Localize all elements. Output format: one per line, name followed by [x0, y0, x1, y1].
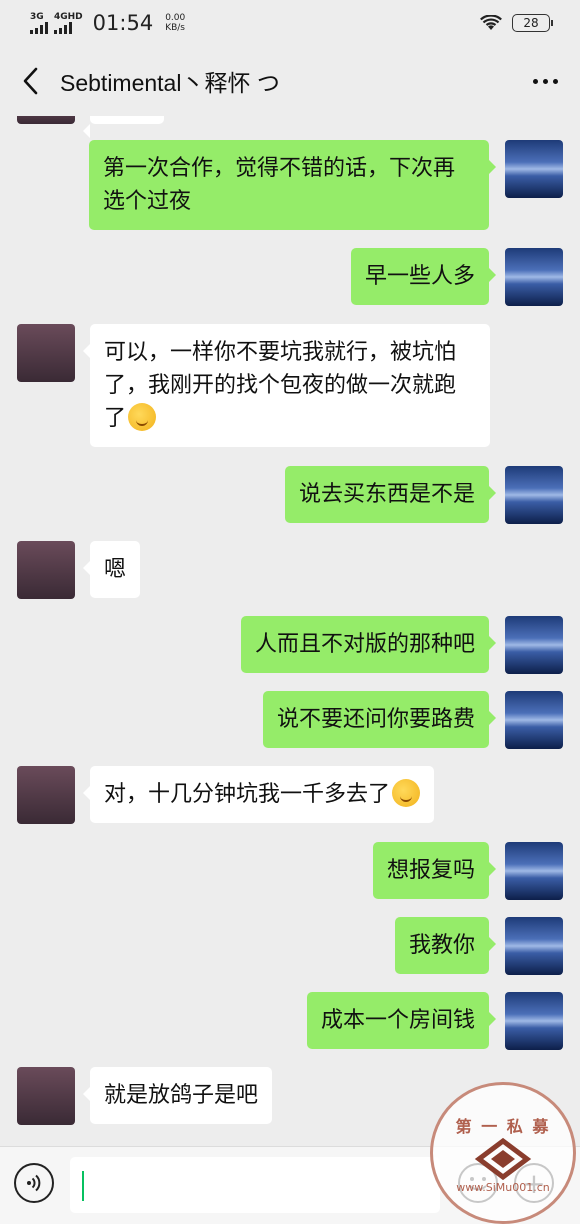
laugh-cry-emoji [128, 403, 157, 431]
message-bubble-self[interactable]: 说不要还问你要路费 [262, 691, 497, 748]
network-speed: 0.00 KB/s [165, 13, 185, 33]
avatar-contact[interactable] [17, 324, 75, 382]
message-bubble-self[interactable]: 人而且不对版的那种吧 [240, 616, 497, 673]
more-options-button[interactable] [510, 46, 580, 116]
battery-level: 28 [523, 16, 539, 30]
avatar-self[interactable] [505, 842, 563, 900]
network-type-2: 4GHD [54, 12, 83, 22]
message-bubble-self[interactable]: 早一些人多 [350, 248, 497, 305]
speed-unit: KB/s [165, 23, 185, 33]
message-bubble-self[interactable]: 说去买东西是不是 [284, 466, 497, 523]
chat-title: Sebtimental丶释怀 つ [60, 70, 280, 96]
message-bubble-self[interactable]: 第一次合作，觉得不错的话，下次再选个过夜 [89, 140, 496, 230]
watermark-logo-icon [474, 1137, 532, 1180]
message-bubble-self[interactable]: 成本一个房间钱 [306, 992, 497, 1049]
network-type-1: 3G [30, 12, 44, 22]
message-bubble-self[interactable]: 我教你 [394, 917, 497, 974]
avatar-self[interactable] [505, 248, 563, 306]
message-bubble-other[interactable]: 就是放鸽子是吧 [82, 1067, 273, 1124]
voice-icon [27, 1174, 41, 1192]
battery-icon: 28 [512, 14, 553, 32]
watermark-seal: 第 一 私 募 www.SiMu001.cn [430, 1082, 576, 1224]
clock: 01:54 [92, 11, 154, 35]
voice-input-button[interactable] [14, 1163, 54, 1203]
more-dots-icon [532, 78, 538, 84]
message-bubble-self[interactable]: 想报复吗 [372, 842, 497, 899]
avatar-self[interactable] [505, 691, 563, 749]
avatar-contact[interactable] [17, 1067, 75, 1125]
back-button[interactable] [0, 46, 60, 116]
signal-icon-2: 4GHD [54, 12, 83, 34]
laugh-cry-emoji [392, 779, 421, 807]
avatar-contact[interactable] [17, 116, 75, 124]
message-bubble-other[interactable]: 可以，一样你不要坑我就行，被坑怕了，我刚开的找个包夜的做一次就跑了 [83, 324, 490, 447]
message-text: 可以，一样你不要坑我就行，被坑怕了，我刚开的找个包夜的做一次就跑了 [104, 340, 457, 431]
chevron-left-icon [23, 67, 38, 95]
message-bubble-partial [83, 116, 164, 138]
avatar-self[interactable] [505, 917, 563, 975]
speed-value: 0.00 [165, 13, 186, 23]
avatar-contact[interactable] [17, 766, 75, 824]
avatar-self[interactable] [505, 140, 563, 198]
watermark-text-top: 第 一 私 募 [455, 1116, 551, 1136]
message-bubble-other[interactable]: 嗯 [82, 541, 141, 598]
text-cursor [82, 1171, 84, 1201]
message-bubble-other[interactable]: 对，十几分钟坑我一千多去了 [82, 766, 435, 823]
avatar-self[interactable] [505, 992, 563, 1050]
avatar-self[interactable] [505, 616, 563, 674]
message-text: 对，十几分钟坑我一千多去了 [104, 782, 391, 807]
chat-header: Sebtimental丶释怀 つ [0, 46, 580, 116]
avatar-self[interactable] [505, 466, 563, 524]
watermark-text-bottom: www.SiMu001.cn [456, 1180, 550, 1194]
chat-messages[interactable]: 第一次合作，觉得不错的话，下次再选个过夜 早一些人多 可以，一样你不要坑我就行，… [0, 116, 580, 1146]
avatar-contact[interactable] [17, 541, 75, 599]
status-bar: 3G 4GHD 01:54 0.00 KB/s 28 [0, 0, 580, 46]
wifi-icon [480, 15, 502, 30]
signal-icon-1: 3G [30, 12, 48, 34]
message-input[interactable] [70, 1157, 440, 1213]
